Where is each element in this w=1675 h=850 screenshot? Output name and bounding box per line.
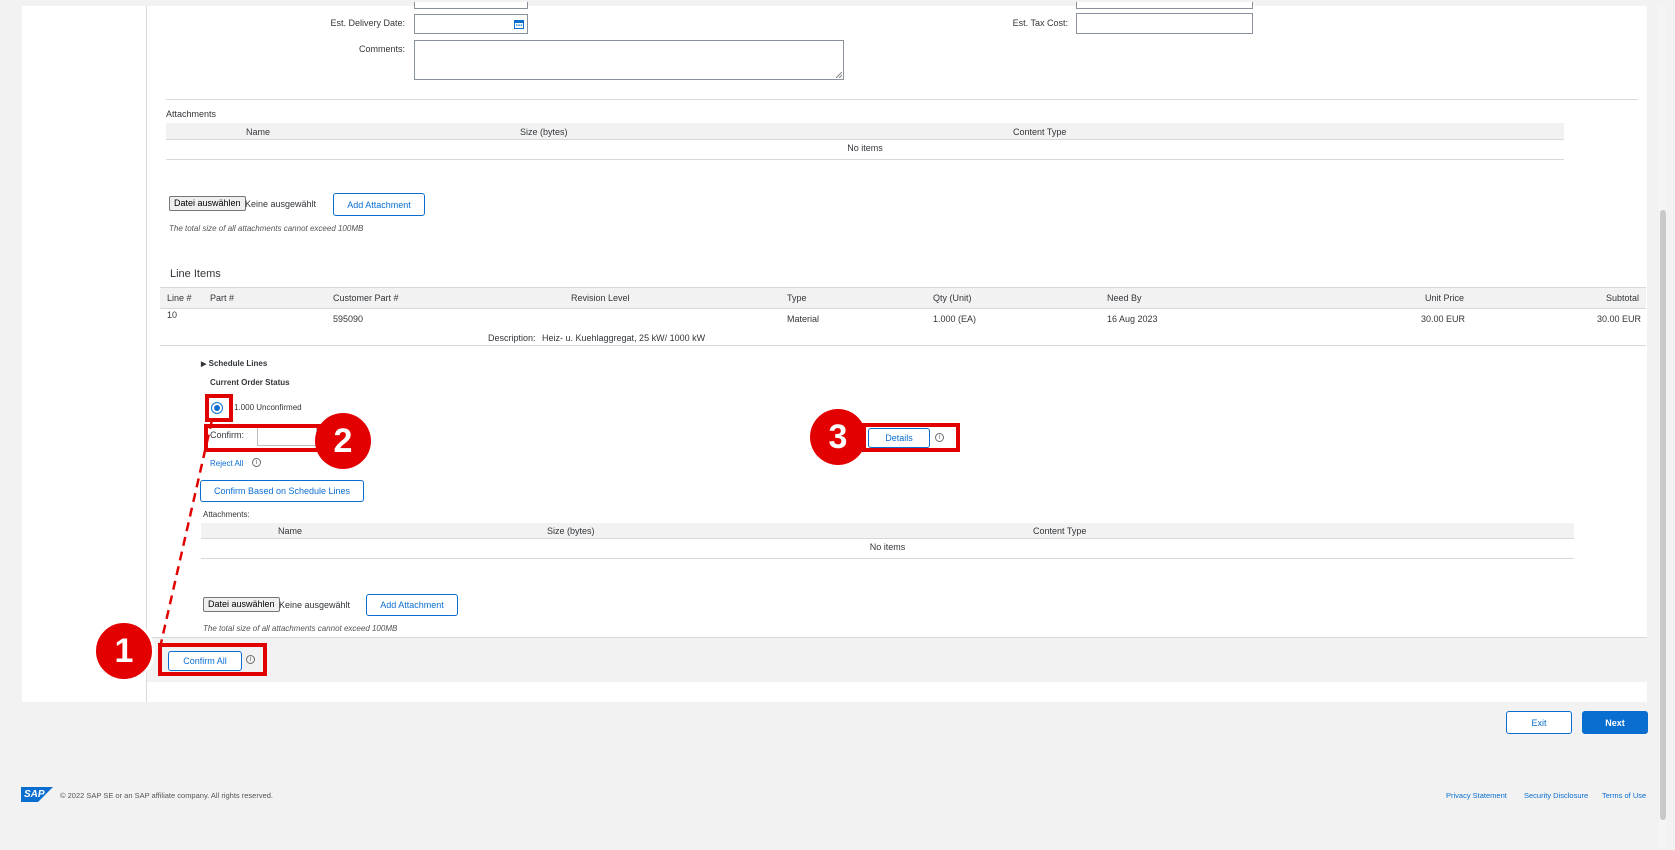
annotation-radio-highlight xyxy=(205,394,233,422)
terms-of-use-link[interactable]: Terms of Use xyxy=(1602,791,1646,800)
annotation-badge-3: 3 xyxy=(810,409,866,465)
sap-logo: SAP xyxy=(21,787,53,802)
security-disclosure-link[interactable]: Security Disclosure xyxy=(1524,791,1588,800)
annotation-confirm-all-highlight xyxy=(158,643,267,676)
annotation-details-highlight xyxy=(862,423,960,452)
privacy-statement-link[interactable]: Privacy Statement xyxy=(1446,791,1507,800)
annotation-badge-2: 2 xyxy=(315,413,371,469)
annotation-confirm-highlight xyxy=(204,424,321,452)
copyright-text: © 2022 SAP SE or an SAP affiliate compan… xyxy=(60,791,274,800)
scrollbar-thumb[interactable] xyxy=(1660,210,1666,820)
sap-logo-text: SAP xyxy=(24,789,45,800)
annotation-badge-1: 1 xyxy=(93,620,155,682)
